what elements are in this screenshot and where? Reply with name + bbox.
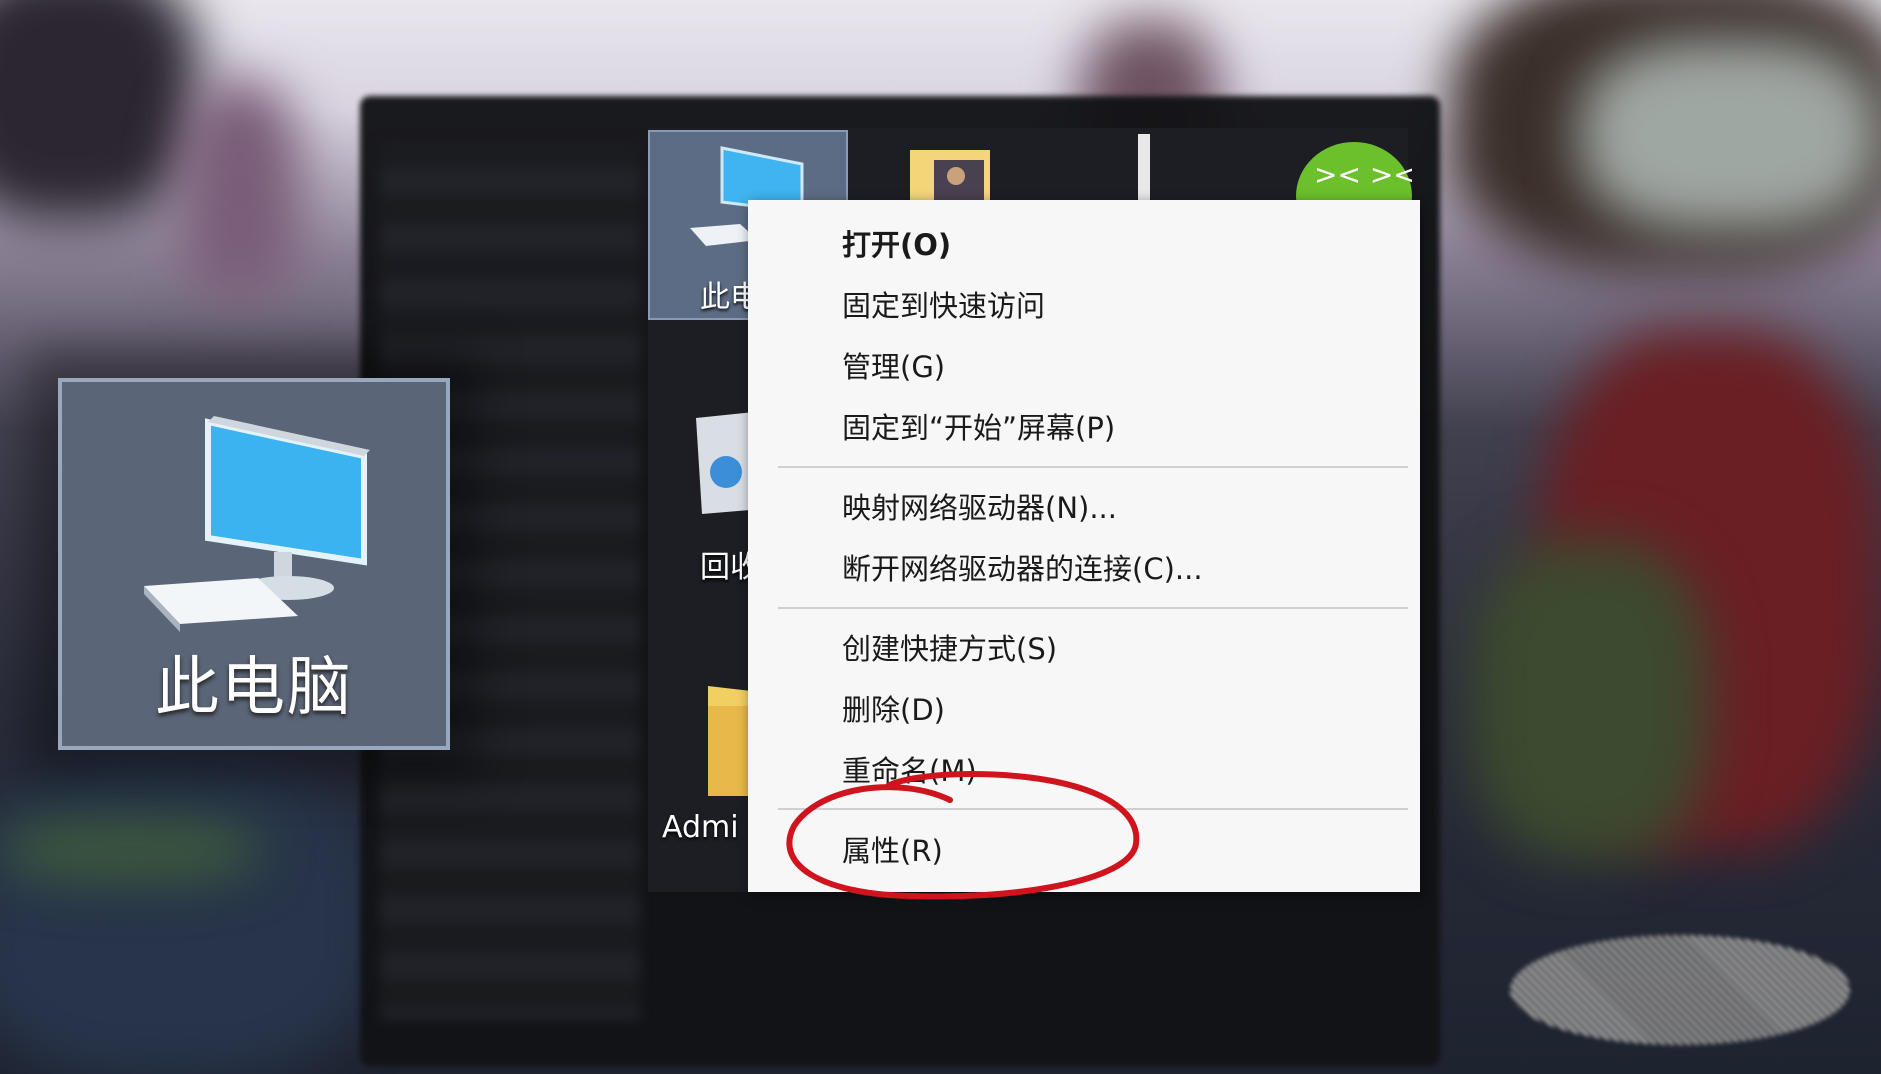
menu-separator — [778, 808, 1408, 810]
this-pc-zoom-label: 此电脑 — [155, 651, 353, 725]
menu-item-map-network-drive[interactable]: 映射网络驱动器(N)... — [842, 485, 1117, 527]
menu-item-create-shortcut[interactable]: 创建快捷方式(S) — [842, 626, 1057, 668]
computer-monitor-icon — [144, 416, 370, 632]
svg-text:>< ><: >< >< — [1314, 158, 1412, 191]
menu-separator — [778, 466, 1408, 468]
desktop-file-icon[interactable] — [1138, 134, 1150, 204]
photo-folder-desktop-icon[interactable] — [908, 148, 992, 204]
menu-item-pin-start[interactable]: 固定到“开始”屏幕(P) — [842, 405, 1115, 447]
admin-label: Admi — [662, 810, 739, 845]
menu-item-delete[interactable]: 删除(D) — [842, 687, 945, 729]
photo-folder-icon — [910, 150, 990, 204]
menu-item-properties[interactable]: 属性(R) — [842, 828, 943, 870]
menu-separator — [778, 607, 1408, 609]
watermark-pattern — [1510, 935, 1850, 1045]
menu-item-open[interactable]: 打开(O) — [842, 222, 951, 264]
menu-item-manage[interactable]: 管理(G) — [842, 344, 945, 386]
menu-item-pin-quick-access[interactable]: 固定到快速访问 — [842, 283, 1045, 325]
menu-item-disconnect-network-drive[interactable]: 断开网络驱动器的连接(C)... — [842, 546, 1203, 588]
this-pc-zoom-card: 此电脑 — [58, 378, 450, 750]
context-menu: 打开(O) 固定到快速访问 管理(G) 固定到“开始”屏幕(P) 映射网络驱动器… — [748, 200, 1420, 892]
menu-item-rename[interactable]: 重命名(M) — [842, 748, 977, 790]
